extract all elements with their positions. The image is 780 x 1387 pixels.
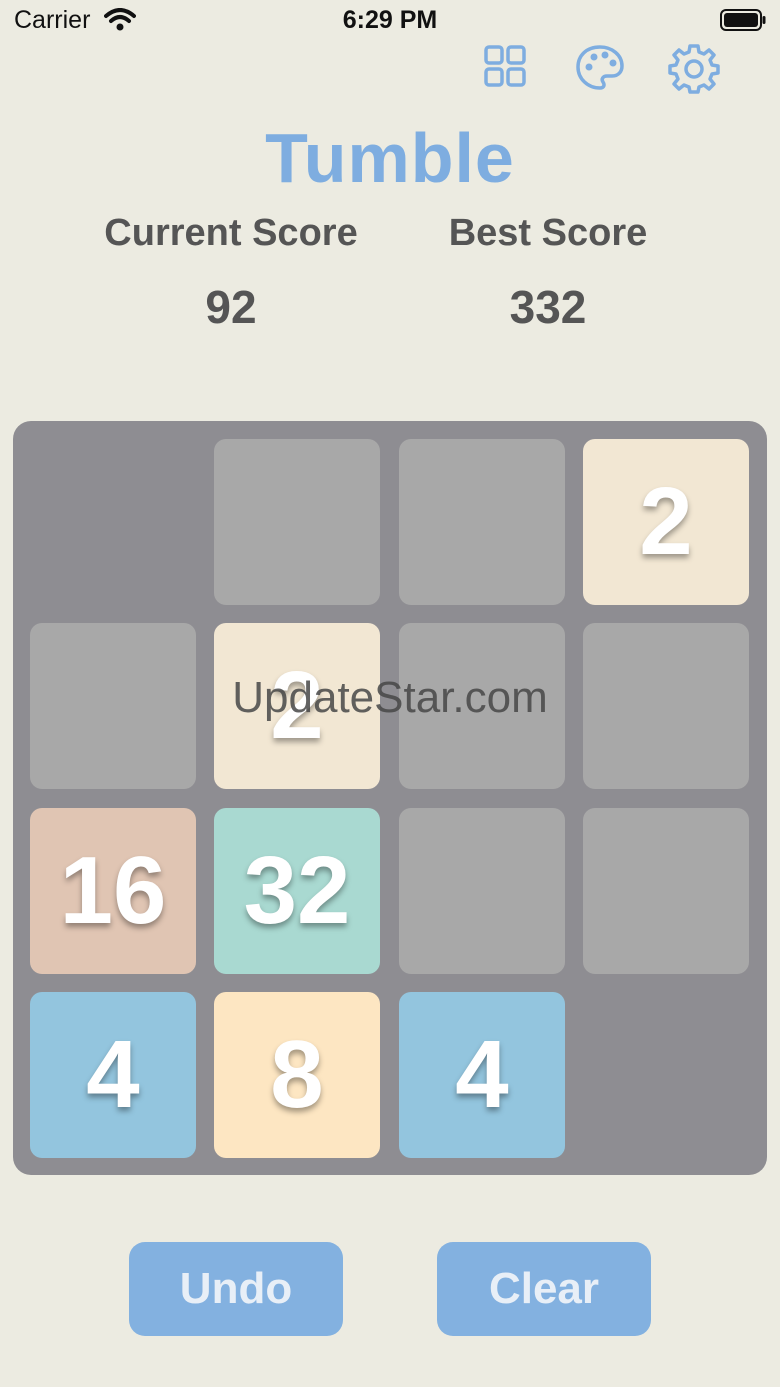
current-score-label: Current Score xyxy=(104,212,358,254)
undo-button[interactable]: Undo xyxy=(129,1242,343,1336)
grid-icon[interactable] xyxy=(480,42,532,94)
current-score-value: 92 xyxy=(205,281,257,333)
toolbar xyxy=(480,42,780,94)
clear-button[interactable]: Clear xyxy=(437,1242,651,1336)
battery-icon xyxy=(720,9,766,31)
palette-icon[interactable] xyxy=(574,42,626,94)
empty-cell xyxy=(399,439,565,605)
tile-8: 8 xyxy=(214,992,380,1158)
best-score-label: Best Score xyxy=(448,212,648,254)
tile-4: 4 xyxy=(30,992,196,1158)
empty-cell xyxy=(583,623,749,789)
tile-2: 2 xyxy=(583,439,749,605)
empty-cell xyxy=(399,623,565,789)
tile-16: 16 xyxy=(30,808,196,974)
best-score-value: 332 xyxy=(509,281,587,333)
app-title: Tumble xyxy=(265,119,515,197)
gear-icon[interactable] xyxy=(668,42,720,94)
empty-cell xyxy=(30,623,196,789)
status-bar: Carrier 6:29 PM xyxy=(0,0,780,44)
empty-cell xyxy=(399,808,565,974)
clock: 6:29 PM xyxy=(342,6,438,34)
empty-cell xyxy=(583,808,749,974)
tile-4: 4 xyxy=(399,992,565,1158)
game-board[interactable]: 2 2 16 32 4 8 4 xyxy=(13,421,767,1175)
tile-32: 32 xyxy=(214,808,380,974)
empty-cell xyxy=(214,439,380,605)
tile-2: 2 xyxy=(214,623,380,789)
